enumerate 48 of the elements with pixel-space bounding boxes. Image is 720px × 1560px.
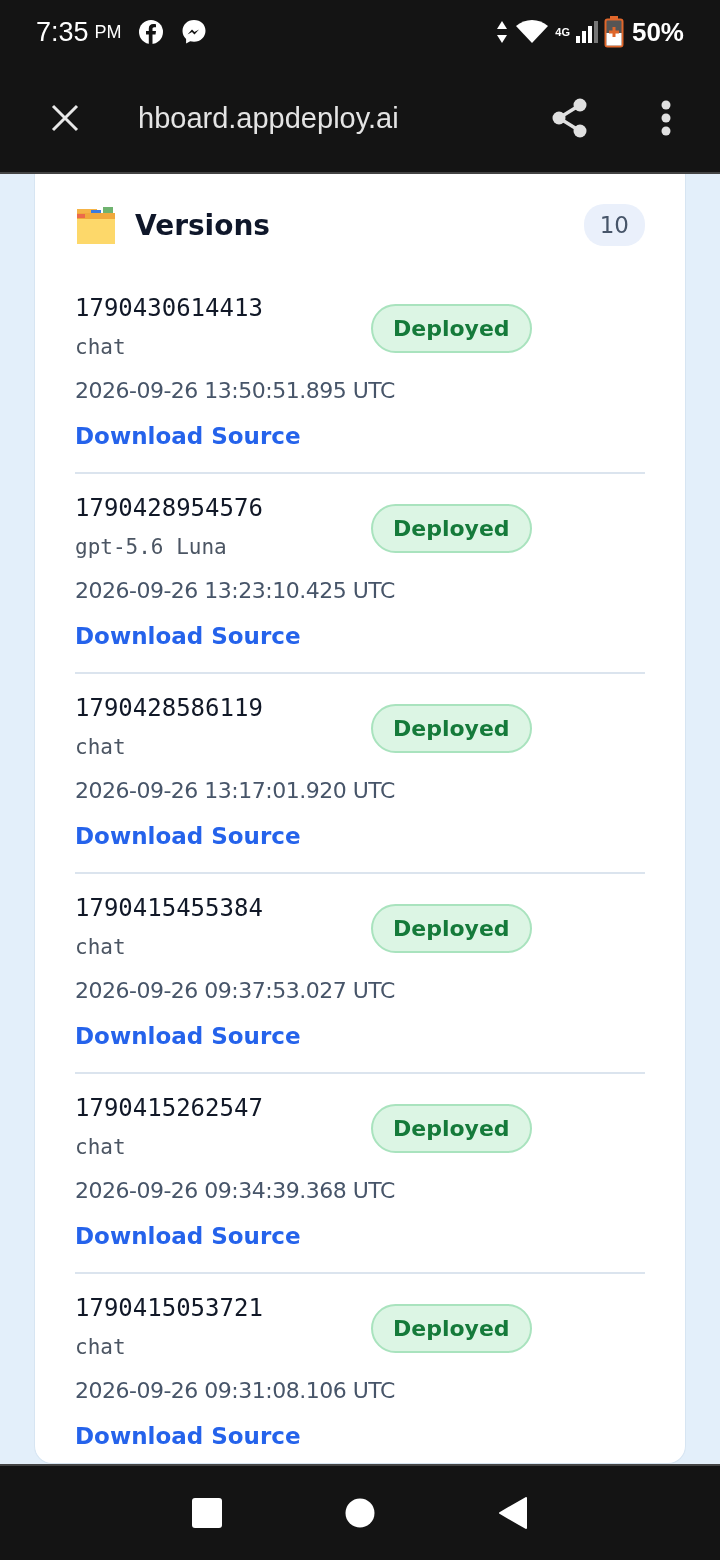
signal-icon [575,20,598,44]
battery-percent: 50% [631,16,684,48]
download-link[interactable]: Download Source [75,1016,301,1056]
status-badge: Deployed [371,904,532,953]
version-id: 1790415262547 [75,1093,263,1124]
version-date: 2026-09-26 09:34:39.368 UTC [75,1177,395,1205]
version-count: 10 [583,204,645,246]
model-name: chat [75,934,126,961]
status-badge: Deployed [371,704,532,753]
wifi-icon [515,19,550,45]
model-name: gpt-5.6 Luna [75,534,227,561]
version-id: 1790428586119 [75,693,263,724]
version-date: 2026-09-26 09:37:53.027 UTC [75,977,395,1005]
card-title: Versions [135,208,272,242]
close-icon[interactable] [50,103,80,133]
status-badge: Deployed [371,1304,532,1353]
status-badge: Deployed [371,304,532,353]
data-arrows-icon [495,19,510,45]
model-name: chat [75,734,126,761]
version-date: 2026-09-26 13:23:10.425 UTC [75,577,395,605]
back-icon[interactable] [498,1497,529,1529]
version-id: 1790430614413 [75,293,263,324]
clock-period: PM [94,21,122,43]
page-url: hboard.appdeploy.ai [138,101,400,135]
version-id: 1790415053721 [75,1293,263,1324]
download-link[interactable]: Download Source [75,416,301,456]
circle-f-icon [137,19,164,45]
model-name: chat [75,1334,126,1361]
download-link[interactable]: Download Source [75,1216,301,1256]
status-badge: Deployed [371,504,532,553]
battery-icon [603,16,624,48]
recents-icon[interactable] [191,1498,222,1528]
version-date: 2026-09-26 09:31:08.106 UTC [75,1377,395,1405]
version-date: 2026-09-26 13:50:51.895 UTC [75,377,395,405]
version-id: 1790415455384 [75,893,263,924]
model-name: chat [75,334,126,361]
more-icon[interactable] [660,100,672,136]
model-name: chat [75,1134,126,1161]
download-link[interactable]: Download Source [75,816,301,856]
status-badge: Deployed [371,1104,532,1153]
download-link[interactable]: Download Source [75,616,301,656]
download-link[interactable]: Download Source [75,1416,301,1456]
home-icon[interactable] [345,1498,375,1528]
version-date: 2026-09-26 13:17:01.920 UTC [75,777,395,805]
network-type: 4G [555,26,570,38]
folder-icon [75,205,117,245]
clock-time: 7:35 [36,16,89,48]
version-id: 1790428954576 [75,493,263,524]
